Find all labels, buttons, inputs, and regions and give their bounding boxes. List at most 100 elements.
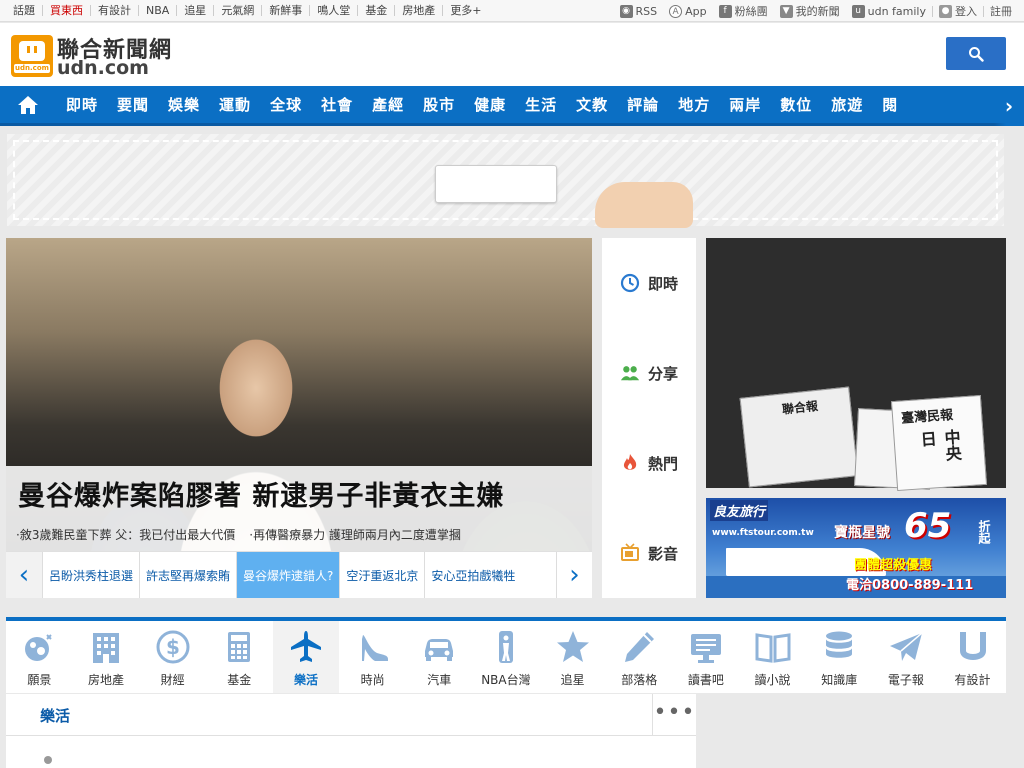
mynews-link[interactable]: ▼ 我的新聞: [774, 3, 846, 19]
app-link[interactable]: A App: [663, 4, 713, 18]
travel-ad[interactable]: 良友旅行 www.ftstour.com.tw 寶瓶星號 65 折起 團體超殺優…: [706, 498, 1006, 598]
promo-text: 團體超殺優惠: [854, 558, 933, 573]
register-link[interactable]: 註冊: [984, 3, 1018, 19]
nav-item-economy[interactable]: 產經: [362, 85, 413, 125]
udn-family-icon: u: [851, 4, 865, 18]
nav-item-culture[interactable]: 文教: [566, 85, 617, 125]
strip-item[interactable]: 安心亞拍戲犧牲: [424, 551, 521, 598]
nav-item-travel[interactable]: 旅遊: [821, 85, 872, 125]
strip-next-button[interactable]: ›: [556, 551, 592, 598]
fire-icon: [623, 454, 637, 470]
top-link-fund[interactable]: 基金: [358, 5, 396, 16]
nav-item-health[interactable]: 健康: [464, 85, 515, 125]
top-link-shopping[interactable]: 買東西: [43, 5, 91, 16]
top-link-design[interactable]: 有設計: [91, 5, 139, 16]
site-name-english[interactable]: udn.com: [57, 57, 149, 79]
channel-vision[interactable]: 願景: [6, 621, 73, 693]
airplane-icon: [290, 631, 321, 662]
nav-item-sports[interactable]: 運動: [209, 85, 260, 125]
tab-share[interactable]: 分享: [602, 328, 696, 418]
strip-item-active[interactable]: 曼谷爆炸逮錯人?: [236, 551, 340, 598]
top-link-stars[interactable]: 追星: [177, 5, 215, 16]
discount-unit: 折起: [977, 520, 991, 544]
nav-item-global[interactable]: 全球: [260, 85, 311, 125]
top-link-nba[interactable]: NBA: [139, 5, 178, 16]
nav-item-realtime[interactable]: 即時: [56, 85, 107, 125]
top-link-health[interactable]: 元氣網: [214, 5, 263, 16]
channel-label: 汽車: [427, 673, 452, 687]
hero-subheadline[interactable]: ·再傳醫療暴力 護理師兩月內二度遭掌摑: [249, 526, 461, 543]
newspaper-image: 臺灣民報 中央日: [890, 394, 988, 492]
rss-link[interactable]: ◉ RSS: [614, 4, 664, 18]
section-panel: 樂活 •••: [6, 694, 696, 768]
nav-item-society[interactable]: 社會: [311, 85, 362, 125]
channel-newsletter[interactable]: 電子報: [873, 621, 940, 693]
tab-video[interactable]: 影音: [602, 508, 696, 598]
channel-auto[interactable]: 汽車: [406, 621, 473, 693]
banner-ad[interactable]: [7, 134, 1004, 228]
more-options-button[interactable]: •••: [652, 694, 696, 736]
tab-hot[interactable]: 熱門: [602, 418, 696, 508]
fans-link[interactable]: f 粉絲團: [713, 3, 774, 19]
channel-label: 追星: [560, 673, 585, 687]
channel-label: NBA台灣: [481, 673, 531, 687]
nav-item-life[interactable]: 生活: [515, 85, 566, 125]
travel-url: www.ftstour.com.tw: [712, 528, 814, 538]
channel-bookbar[interactable]: 讀書吧: [673, 621, 740, 693]
channel-label: 時尚: [360, 673, 385, 687]
channel-knowledge[interactable]: 知識庫: [806, 621, 873, 693]
nav-item-stocks[interactable]: 股市: [413, 85, 464, 125]
channel-design[interactable]: 有設計: [939, 621, 1006, 693]
high-heel-icon: [361, 635, 388, 661]
udn-logo-icon[interactable]: udn.com: [11, 35, 53, 77]
channel-finance[interactable]: $ 財經: [139, 621, 206, 693]
home-button[interactable]: [0, 85, 56, 125]
strip-item[interactable]: 許志堅再爆索賄: [139, 551, 236, 598]
hero-subheadline[interactable]: ·敘3歲難民童下葬 父：我已付出最大代價: [16, 526, 235, 543]
side-tabs: 即時 分享 熱門 影音: [602, 238, 696, 598]
tab-realtime[interactable]: 即時: [602, 238, 696, 328]
search-icon: [969, 47, 984, 62]
phone-text: 電洽0800-889-111: [846, 578, 974, 593]
channel-realestate[interactable]: 房地產: [73, 621, 140, 693]
channel-leisure-active[interactable]: 樂活: [272, 621, 340, 693]
tab-label: 熱門: [647, 454, 678, 473]
database-icon: [826, 631, 853, 658]
top-utility-bar: 話題 買東西 有設計 NBA 追星 元氣網 新鮮事 鳴人堂 基金 房地產 更多+…: [0, 0, 1024, 22]
channel-label: 房地產: [87, 673, 124, 687]
nav-item-entertainment[interactable]: 娛樂: [158, 85, 209, 125]
top-link-opinion[interactable]: 鳴人堂: [310, 5, 359, 16]
login-link[interactable]: ● 登入: [933, 3, 983, 19]
list-bullet: [44, 756, 52, 764]
panel-title[interactable]: 樂活: [40, 705, 70, 726]
nav-item-headlines[interactable]: 要聞: [107, 85, 158, 125]
channel-nba[interactable]: NBA台灣: [473, 621, 540, 693]
nav-item-crossstrait[interactable]: 兩岸: [719, 85, 770, 125]
nav-next-button[interactable]: ›: [994, 86, 1024, 126]
channel-stars[interactable]: 追星: [539, 621, 606, 693]
family-label: udn family: [867, 4, 926, 18]
channel-label: 願景: [27, 673, 52, 687]
app-label: App: [685, 4, 707, 18]
nav-item-local[interactable]: 地方: [668, 85, 719, 125]
tv-icon: [620, 543, 639, 561]
strip-item[interactable]: 呂盼洪秀柱退選: [42, 551, 139, 598]
travel-agency-logo: 良友旅行: [710, 500, 769, 521]
strip-prev-button[interactable]: ‹: [6, 551, 42, 598]
channel-blog[interactable]: 部落格: [606, 621, 673, 693]
channel-fund[interactable]: 基金: [206, 621, 273, 693]
nav-item-opinion[interactable]: 評論: [617, 85, 668, 125]
top-link-more[interactable]: 更多+: [443, 5, 488, 16]
top-link-topics[interactable]: 話題: [6, 5, 43, 16]
family-link[interactable]: u udn family: [846, 4, 932, 18]
nav-item-digital[interactable]: 數位: [770, 85, 821, 125]
hero-title[interactable]: 曼谷爆炸案陷膠著 新逮男子非黃衣主嫌: [18, 474, 504, 513]
strip-item[interactable]: 空汙重返北京: [339, 551, 424, 598]
newspaper-archive-ad[interactable]: 聯合報 臺灣民報 中央日: [706, 238, 1006, 492]
channel-fashion[interactable]: 時尚: [339, 621, 406, 693]
top-link-house[interactable]: 房地產: [395, 5, 444, 16]
search-button[interactable]: [946, 37, 1006, 70]
channel-novel[interactable]: 讀小說: [739, 621, 806, 693]
top-link-fresh[interactable]: 新鮮事: [262, 5, 311, 16]
nav-item-reading[interactable]: 閱: [872, 85, 907, 125]
